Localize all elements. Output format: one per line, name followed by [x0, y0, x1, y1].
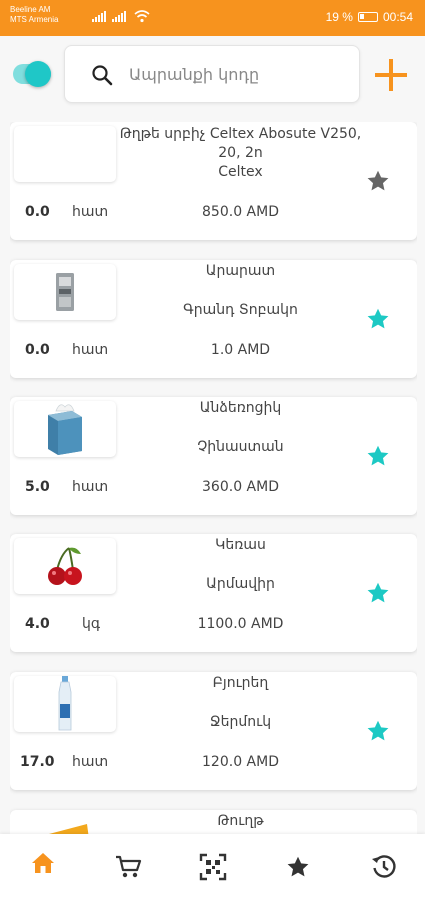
nav-history-button[interactable]: [369, 852, 399, 882]
product-manufacturer: Celtex: [218, 164, 263, 180]
product-manufacturer: Արմավիր: [206, 576, 275, 592]
signal-icon: [92, 11, 106, 22]
clock: 00:54: [382, 10, 413, 24]
tissue-box-icon: [48, 404, 82, 455]
nav-scan-button[interactable]: [198, 852, 228, 882]
favorite-star-icon[interactable]: [365, 580, 391, 606]
favorite-star-icon[interactable]: [365, 306, 391, 332]
product-card[interactable]: Կեռաս Արմավիր 4.0 կգ 1100.0 AMD: [10, 534, 417, 652]
wifi-icon: [134, 10, 150, 23]
product-image: [14, 264, 116, 320]
product-image: [14, 538, 116, 594]
cigarette-pack-icon: [56, 273, 74, 311]
product-name: Կեռաս: [215, 537, 266, 553]
product-image: [14, 814, 116, 834]
product-image: [14, 401, 116, 457]
search-input[interactable]: [129, 56, 349, 92]
product-name: Թուղթ: [217, 813, 264, 829]
battery-percent: 19 %: [325, 10, 353, 24]
product-list[interactable]: Թղթե սրբիչ Celtex Abosute V250, 20, 2ո C…: [10, 122, 417, 834]
qr-code-icon: [199, 853, 227, 881]
product-card[interactable]: Թղթե սրբիչ Celtex Abosute V250, 20, 2ո C…: [10, 122, 417, 240]
nav-cart-button[interactable]: [113, 852, 143, 882]
product-manufacturer: Գրանդ Տոբակո: [183, 302, 298, 318]
top-toolbar: [0, 36, 425, 116]
home-icon: [32, 853, 54, 873]
product-image: [14, 126, 116, 182]
product-name: Արարատ: [205, 263, 276, 279]
product-price: 850.0 AMD: [202, 204, 279, 220]
carrier-1: Beeline AM: [10, 5, 51, 14]
product-card[interactable]: Բյուրեղ Ջերմուկ 17.0 հատ 120.0 AMD: [10, 672, 417, 790]
product-qty: 5.0: [25, 479, 50, 495]
product-unit: հատ: [72, 754, 109, 770]
favorite-star-icon[interactable]: [365, 168, 391, 194]
water-bottle-icon: [58, 676, 72, 731]
product-price: 360.0 AMD: [202, 479, 279, 495]
product-price: 1.0 AMD: [210, 342, 271, 358]
product-card[interactable]: Թուղթ: [10, 810, 417, 834]
search-box[interactable]: [64, 45, 360, 103]
product-image: [14, 676, 116, 732]
product-price: 120.0 AMD: [202, 754, 279, 770]
nav-favorites-button[interactable]: [283, 852, 313, 882]
product-manufacturer: Չինաստան: [197, 439, 284, 455]
product-name: Թղթե սրբիչ Celtex Abosute V250, 20, 2ո: [119, 126, 362, 161]
product-card[interactable]: Անձեռոցիկ Չինաստան 5.0 հատ 360.0 AMD: [10, 397, 417, 515]
favorite-star-icon[interactable]: [365, 443, 391, 469]
add-product-button[interactable]: [372, 56, 410, 94]
carrier-2: MTS Armenia: [10, 15, 59, 24]
product-unit: կգ: [82, 616, 101, 632]
product-name: Բյուրեղ: [212, 675, 269, 691]
product-qty: 0.0: [25, 342, 50, 358]
carrier-info: Beeline AM MTS Armenia: [10, 5, 58, 25]
status-bar: Beeline AM MTS Armenia 19 % 00:54: [0, 0, 425, 36]
product-unit: հատ: [72, 479, 109, 495]
product-price: 1100.0 AMD: [197, 616, 284, 632]
cart-icon: [116, 855, 142, 878]
product-manufacturer: Ջերմուկ: [209, 714, 272, 730]
product-qty: 4.0: [25, 616, 50, 632]
product-card[interactable]: Արարատ Գրանդ Տոբակո 0.0 հատ 1.0 AMD: [10, 260, 417, 378]
nav-home-button[interactable]: [28, 848, 58, 878]
product-qty: 0.0: [25, 204, 50, 220]
battery-icon: [357, 12, 378, 22]
signal-icons: [92, 11, 126, 22]
product-unit: հատ: [72, 204, 109, 220]
star-icon: [287, 856, 309, 877]
search-icon: [92, 65, 113, 86]
bottom-navigation: [0, 834, 425, 900]
toggle-knob: [25, 61, 51, 87]
status-right: 19 % 00:54: [326, 10, 413, 24]
mode-toggle[interactable]: [13, 61, 51, 87]
history-icon: [372, 855, 396, 878]
product-qty: 17.0: [20, 754, 55, 770]
cherries-icon: [48, 547, 82, 585]
signal-icon-2: [112, 11, 126, 22]
favorite-star-icon[interactable]: [365, 718, 391, 744]
product-unit: հատ: [72, 342, 109, 358]
product-name: Անձեռոցիկ: [199, 400, 282, 416]
paper-pack-icon: [49, 824, 89, 834]
